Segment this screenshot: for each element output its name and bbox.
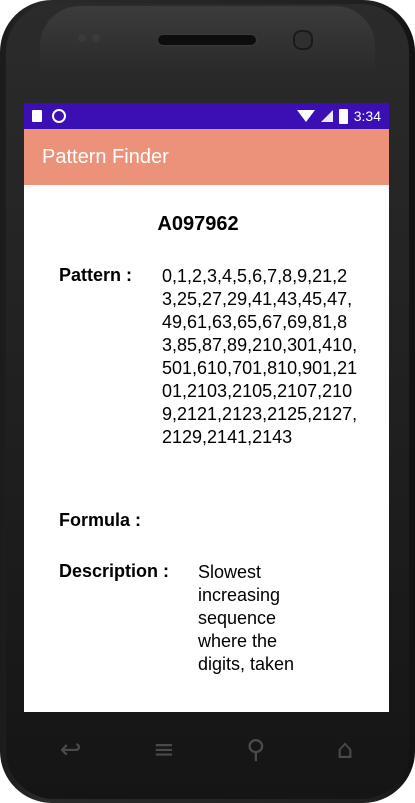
app-title: Pattern Finder [42,145,169,168]
front-camera [293,30,313,50]
home-icon[interactable]: ⌂ [337,735,354,765]
signal-icon [320,110,333,122]
screen: 3:34 Pattern Finder A097962 Pattern : 0,… [24,103,389,712]
status-bar: 3:34 [24,103,389,129]
navigation-bar: ↩ ≡ ⚲ ⌂ [24,728,389,772]
app-bar: Pattern Finder [24,129,389,185]
wifi-icon [296,110,315,122]
pattern-label: Pattern : [59,265,133,285]
battery-icon [338,108,348,124]
search-icon[interactable]: ⚲ [246,735,265,765]
pattern-row: Pattern : 0,1,2,3,4,5,6,7,8,9,21,23,25,2… [59,265,361,449]
sequence-id: A097962 [157,213,239,235]
status-time: 3:34 [353,108,381,124]
sequence-card: A097962 Pattern : 0,1,2,3,4,5,6,7,8,9,21… [24,185,389,712]
sd-card-icon [32,110,42,122]
phone-frame: 3:34 Pattern Finder A097962 Pattern : 0,… [0,0,415,803]
formula-row: Formula : [59,510,141,531]
notification-circle-icon [52,109,66,123]
back-icon[interactable]: ↩ [60,735,82,765]
description-value: Slowest increasing sequence where the di… [198,562,295,674]
description-row: Description : Slowest increasing sequenc… [59,561,318,676]
pattern-value: 0,1,2,3,4,5,6,7,8,9,21,23,25,27,29,41,43… [162,266,358,447]
formula-label: Formula : [59,510,142,530]
sensor-dots [78,34,118,44]
earpiece-speaker [157,34,257,46]
menu-icon[interactable]: ≡ [153,735,175,765]
description-label: Description : [59,561,170,581]
